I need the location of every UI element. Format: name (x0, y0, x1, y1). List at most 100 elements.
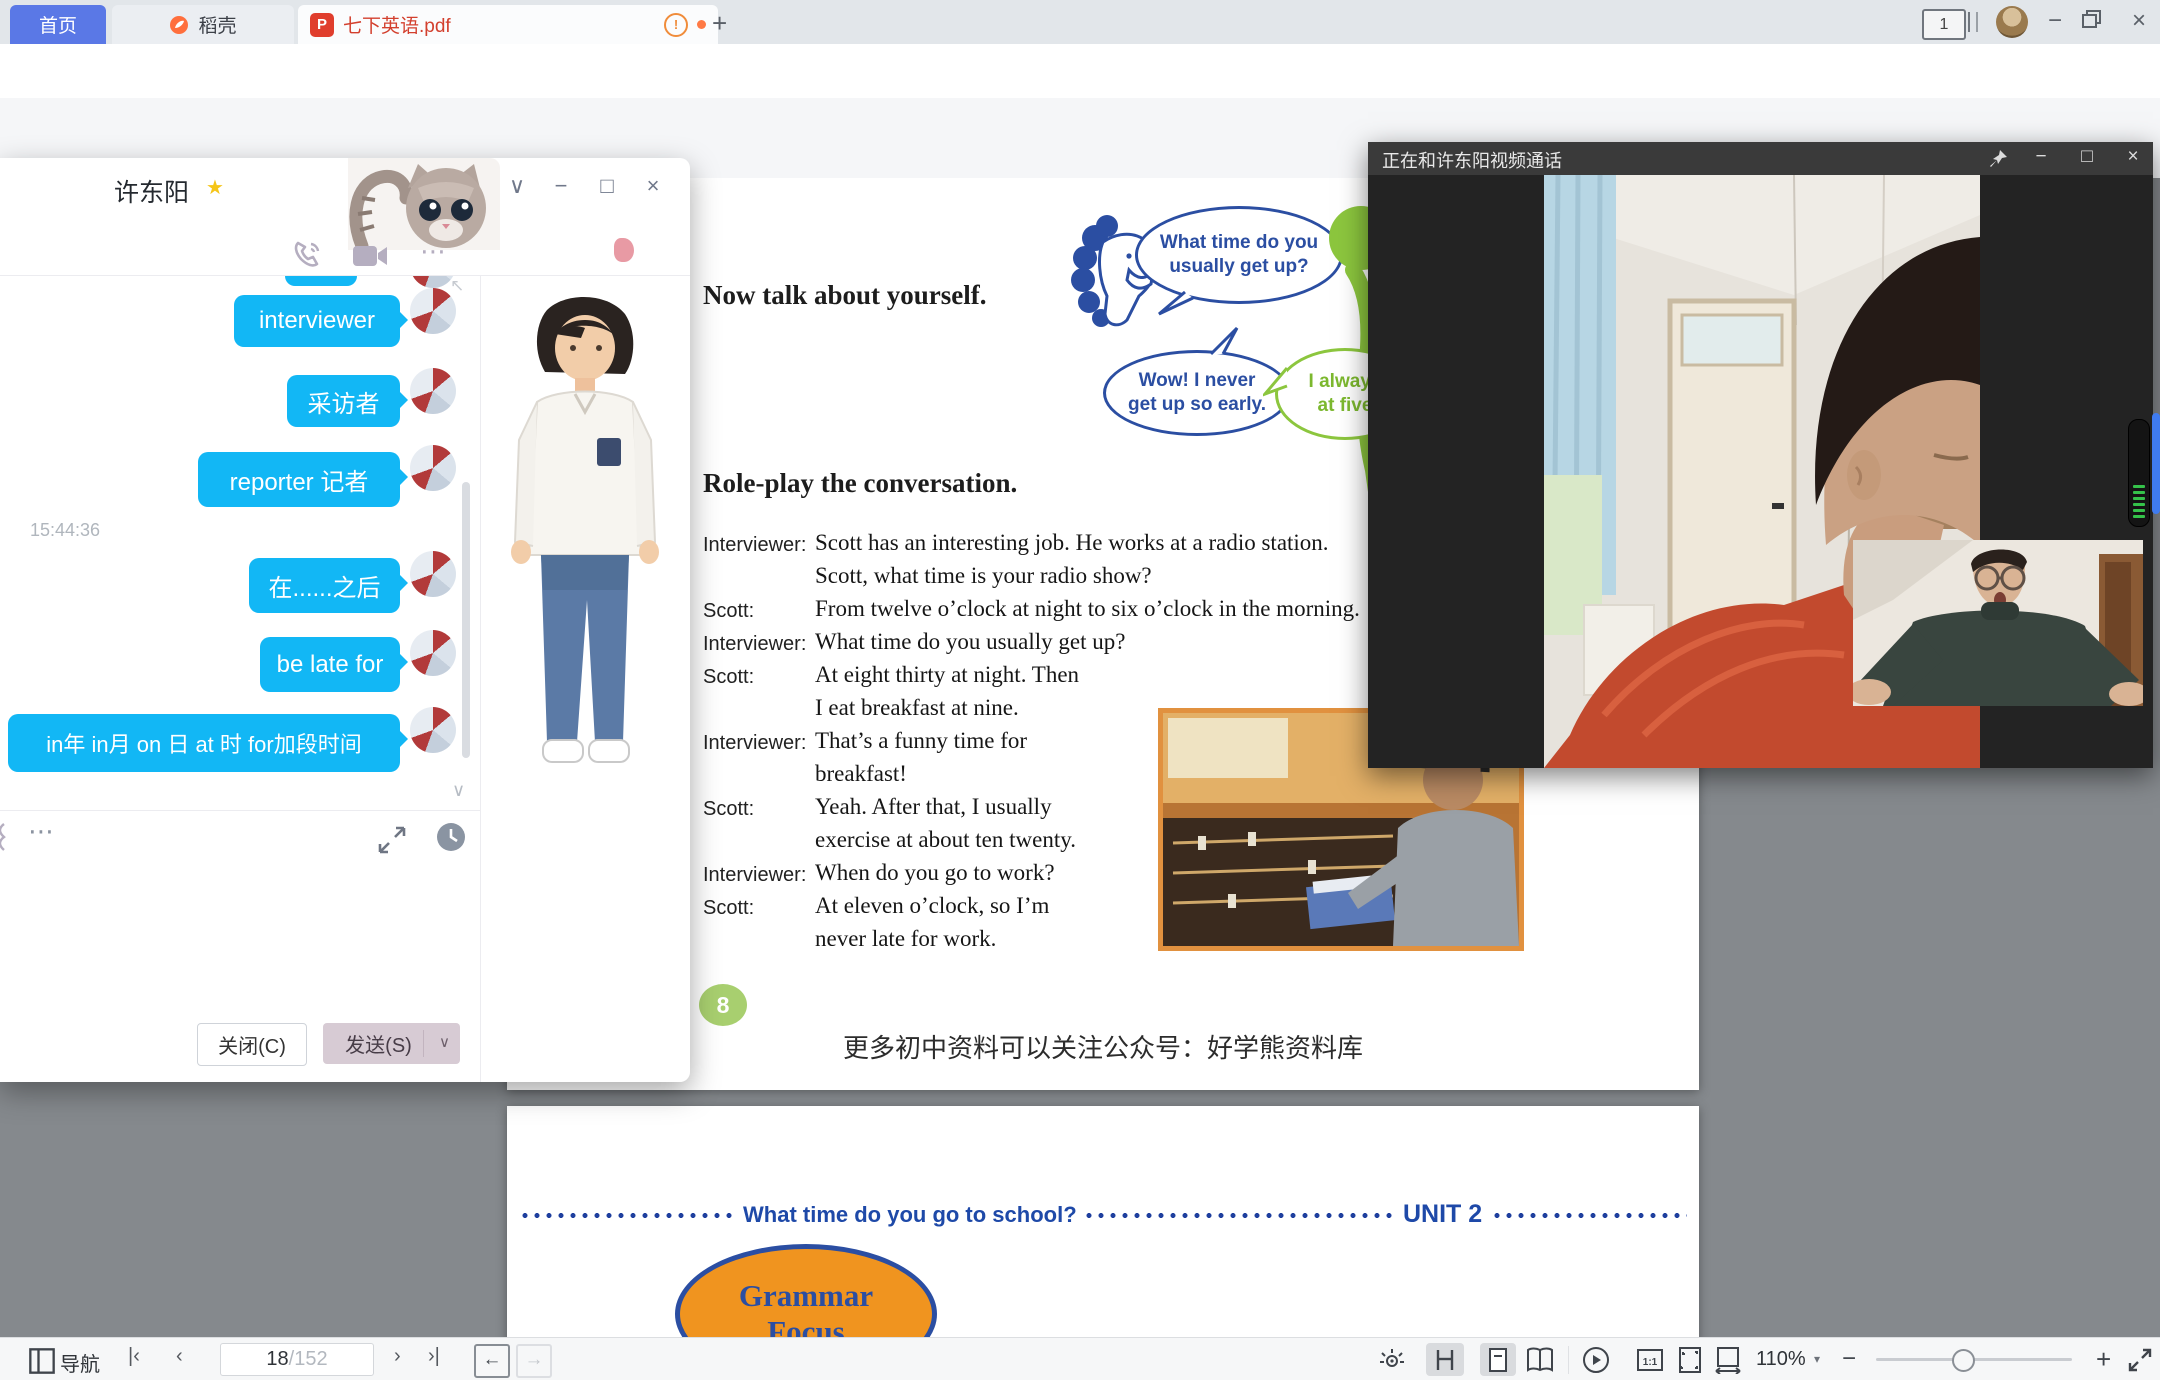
zoom-in-button[interactable]: + (2096, 1344, 2111, 1375)
tab-bar: 首页 稻壳 P 七下英语.pdf ! + 1 − × (0, 0, 2160, 44)
tab-document[interactable]: P 七下英语.pdf ! (298, 5, 718, 44)
last-page-button[interactable]: ›| (428, 1345, 440, 1368)
talk-heading: Now talk about yourself. (703, 280, 987, 311)
status-bar: 导航 |‹ ‹ 18/152 › ›| ← → 1:1 110% ▾ − + (0, 1337, 2160, 1380)
fullscreen-icon[interactable] (2126, 1346, 2154, 1374)
prev-page-button[interactable]: ‹ (176, 1345, 183, 1368)
restore-icon (2082, 10, 2102, 28)
avatar[interactable] (410, 368, 456, 414)
document-tab-title: 七下英语.pdf (343, 11, 451, 38)
chat-close-button[interactable]: × (636, 173, 670, 199)
zoom-slider-thumb[interactable] (1952, 1349, 1975, 1372)
message-input[interactable] (0, 858, 480, 1018)
document-warning-icon[interactable]: ! (664, 13, 688, 37)
chat-message-list[interactable]: interviewer 采访者 reporter 记者 15:44:36 在..… (0, 276, 480, 810)
tab-docer[interactable]: 稻壳 (112, 5, 294, 44)
history-forward-button[interactable]: → (516, 1344, 552, 1378)
scroll-down-icon[interactable]: ∨ (452, 780, 465, 801)
voice-call-icon[interactable] (292, 240, 322, 270)
chat-send-button[interactable]: 发送(S) ∨ (323, 1023, 460, 1064)
scroll-top-hint-icon[interactable]: ↖ (450, 276, 464, 296)
next-page-button[interactable]: › (394, 1345, 401, 1368)
navigation-label[interactable]: 导航 (60, 1348, 100, 1377)
clipped-toolbar-icon (0, 822, 8, 852)
window-close-button[interactable]: × (2124, 7, 2154, 35)
page-number-input[interactable]: 18/152 (220, 1343, 374, 1376)
chat-window: 许东阳 ★ ∨ − □ × ⋯ interviewer (0, 158, 690, 1082)
clipped-bubble (285, 276, 357, 286)
expand-input-icon[interactable] (378, 826, 406, 854)
chat-collapse-icon[interactable]: ∨ (500, 173, 534, 199)
window-restore-button[interactable] (2082, 10, 2112, 28)
video-call-icon[interactable] (352, 244, 388, 268)
zoom-caret-icon[interactable]: ▾ (1814, 1352, 1820, 1366)
exercise-number-badge: 8 (699, 984, 747, 1026)
two-page-view-icon[interactable] (1526, 1346, 1554, 1374)
zoom-level-value[interactable]: 110% (1756, 1348, 1806, 1371)
svg-text:1:1: 1:1 (1643, 1357, 1658, 1368)
chat-bubble[interactable]: be late for (260, 637, 400, 692)
chat-bubble[interactable]: reporter 记者 (198, 452, 400, 507)
chat-more-icon[interactable]: ⋯ (420, 236, 449, 267)
panel-decoration (614, 238, 634, 262)
video-minimize-button[interactable]: − (2026, 146, 2056, 168)
navigation-panel-icon[interactable] (28, 1347, 56, 1375)
chat-scrollbar-thumb[interactable] (462, 482, 470, 758)
user-avatar[interactable] (1996, 6, 2028, 38)
window-minimize-button[interactable]: − (2040, 7, 2070, 35)
unsaved-dot-icon (697, 20, 706, 29)
speech-bubble-2-tail (1207, 326, 1243, 356)
message-history-icon[interactable] (436, 822, 466, 852)
chat-contact-name[interactable]: 许东阳 (114, 173, 189, 209)
chat-maximize-button[interactable]: □ (590, 173, 624, 199)
zoom-out-button[interactable]: − (1842, 1345, 1856, 1373)
single-page-view-icon[interactable] (1484, 1346, 1512, 1374)
document-scrollbar[interactable] (2152, 413, 2160, 514)
self-video-feed[interactable] (1853, 540, 2143, 706)
drag-read-mode-icon[interactable] (1431, 1346, 1459, 1374)
grammar-focus-badge: Grammar Focus (675, 1244, 937, 1337)
unit-number: UNIT 2 (1395, 1200, 1490, 1229)
video-call-title: 正在和许东阳视频通话 (1382, 147, 1562, 173)
pdf-file-icon: P (310, 13, 334, 37)
avatar[interactable] (410, 630, 456, 676)
pdf-page-19: What time do you go to school? UNIT 2 Gr… (507, 1106, 1699, 1337)
send-options-caret-icon[interactable]: ∨ (439, 1033, 450, 1051)
vip-star-icon: ★ (206, 175, 224, 200)
chat-bubble[interactable]: 在......之后 (249, 558, 400, 613)
chat-bubble[interactable]: interviewer (234, 295, 400, 347)
video-close-button[interactable]: × (2118, 146, 2148, 168)
unit-title: What time do you go to school? (735, 1202, 1085, 1228)
avatar[interactable] (410, 551, 456, 597)
autoplay-icon[interactable] (1582, 1346, 1610, 1374)
unit-dotted-line (519, 1212, 1687, 1219)
docer-icon (169, 15, 189, 35)
speech-bubble-3-tail (1263, 364, 1289, 398)
window-list-icon (1968, 12, 1978, 32)
video-maximize-button[interactable]: □ (2072, 146, 2102, 168)
video-call-window: 正在和许东阳视频通话 − □ × (1368, 142, 2153, 768)
chat-bubble[interactable]: 采访者 (287, 375, 400, 427)
tab-home[interactable]: 首页 (10, 5, 106, 44)
first-page-button[interactable]: |‹ (128, 1345, 140, 1368)
chat-close-dialog-button[interactable]: 关闭(C) (197, 1023, 307, 1066)
chat-minimize-button[interactable]: − (544, 173, 578, 199)
message-timestamp: 15:44:36 (30, 520, 100, 541)
pin-icon[interactable] (1988, 149, 2008, 169)
character-illustration (489, 290, 679, 800)
video-call-titlebar[interactable]: 正在和许东阳视频通话 − □ × (1368, 142, 2153, 175)
avatar[interactable] (410, 707, 456, 753)
actual-size-icon[interactable]: 1:1 (1636, 1346, 1664, 1374)
qq-show-panel (480, 276, 691, 1082)
chat-bubble[interactable]: in年 in月 on 日 at 时 for加段时间 (8, 714, 400, 772)
fit-page-icon[interactable] (1676, 1346, 1704, 1374)
history-back-button[interactable]: ← (474, 1344, 510, 1378)
app-window: 首页 稻壳 P 七下英语.pdf ! + 1 − × 文件 ∨ ↶ ↷ ∨ (0, 0, 2160, 1380)
window-count-badge[interactable]: 1 (1922, 9, 1966, 40)
avatar[interactable] (410, 445, 456, 491)
input-more-icon[interactable]: ⋯ (28, 816, 57, 847)
roleplay-heading: Role-play the conversation. (703, 468, 1017, 499)
eye-protect-icon[interactable] (1378, 1346, 1406, 1374)
new-tab-button[interactable]: + (712, 8, 727, 39)
fit-width-icon[interactable] (1714, 1346, 1742, 1374)
